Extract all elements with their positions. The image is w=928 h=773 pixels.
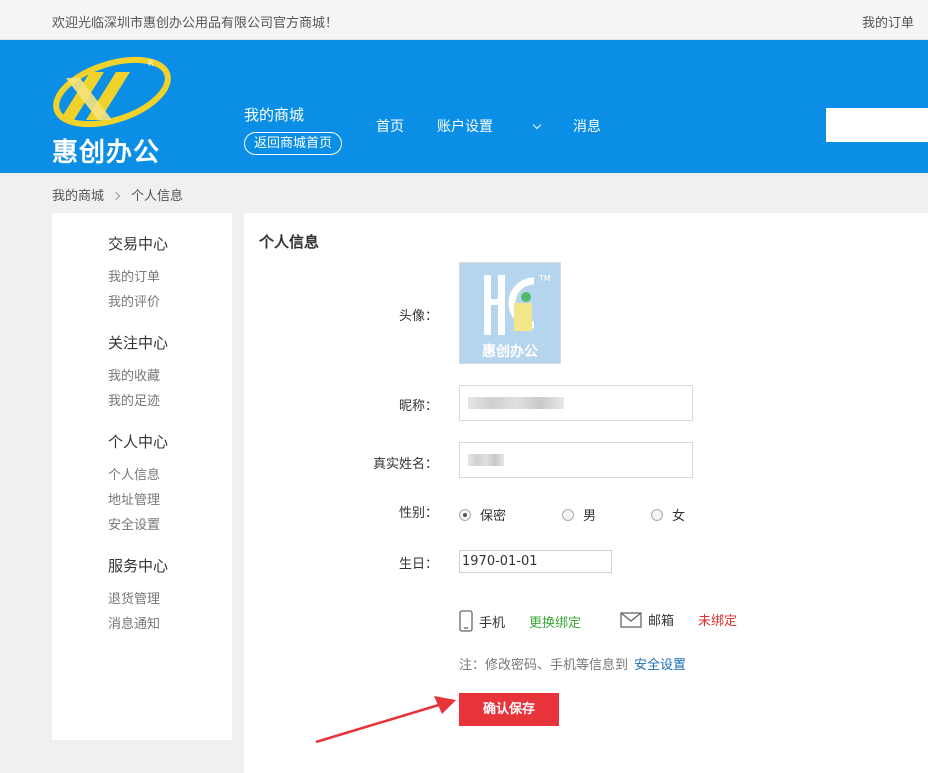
breadcrumb-root[interactable]: 我的商城: [52, 189, 104, 204]
svg-text:TM: TM: [538, 274, 551, 283]
sidebar-item-address[interactable]: 地址管理: [108, 489, 160, 508]
nickname-input[interactable]: [459, 385, 693, 421]
mall-title: 我的商城: [244, 106, 305, 124]
mail-icon: [620, 611, 642, 628]
sidebar-group-trade: 交易中心: [108, 235, 169, 253]
phone-icon: [459, 610, 473, 632]
change-phone-link[interactable]: 更换绑定: [529, 612, 581, 631]
birthday-input[interactable]: 1970-01-01: [459, 550, 612, 573]
gender-option-male[interactable]: 男: [562, 505, 596, 524]
note-text: 注：修改密码、手机等信息到: [459, 658, 629, 673]
back-to-mall-button[interactable]: 返回商城首页: [244, 132, 343, 155]
save-button[interactable]: 确认保存: [459, 693, 559, 726]
gender-option-female[interactable]: 女: [651, 505, 685, 524]
realname-input[interactable]: [459, 442, 693, 478]
nav-account-label: 账户设置: [437, 119, 493, 135]
chevron-right-icon: [111, 191, 121, 201]
logo[interactable]: R 惠创办公: [52, 50, 182, 168]
chevron-down-icon: [532, 120, 542, 130]
gender-option-label: 女: [672, 509, 686, 524]
radio-selected-icon: [459, 508, 471, 521]
nav-home[interactable]: 首页: [376, 116, 404, 136]
sidebar-group-service: 服务中心: [108, 557, 169, 575]
security-settings-link[interactable]: 安全设置: [634, 658, 686, 673]
phone-label: 手机: [479, 615, 506, 631]
breadcrumb: 我的商城 个人信息: [52, 185, 183, 204]
email-unbound-link[interactable]: 未绑定: [698, 610, 737, 629]
gender-option-label: 保密: [480, 509, 507, 524]
top-bar: 欢迎光临深圳市惠创办公用品有限公司官方商城！ 我的订单: [0, 0, 928, 40]
page-title: 个人信息: [259, 233, 320, 251]
search-input[interactable]: [826, 108, 928, 142]
logo-text: 惠创办公: [52, 138, 161, 168]
sidebar: 交易中心 我的订单 我的评价 关注中心 我的收藏 我的足迹 个人中心 个人信息 …: [52, 213, 232, 740]
avatar-label: 头像：: [398, 309, 438, 324]
sidebar-group-follow: 关注中心: [108, 334, 169, 352]
radio-icon: [651, 508, 663, 521]
sidebar-item-returns[interactable]: 退货管理: [108, 588, 160, 607]
realname-label: 真实姓名：: [372, 457, 438, 472]
redacted-value: [468, 454, 504, 466]
my-orders-link[interactable]: 我的订单: [862, 12, 914, 31]
gender-option-secret[interactable]: 保密: [459, 505, 506, 524]
annotation-arrow-icon: [315, 696, 456, 744]
gender-option-label: 男: [583, 509, 597, 524]
sidebar-item-security[interactable]: 安全设置: [108, 514, 160, 533]
svg-text:R: R: [148, 59, 154, 68]
redacted-value: [468, 397, 564, 409]
avatar-image-icon: TM 惠创办公: [460, 263, 560, 363]
sidebar-item-my-orders[interactable]: 我的订单: [108, 266, 160, 285]
sidebar-group-personal: 个人中心: [108, 433, 169, 451]
sidebar-item-favorites[interactable]: 我的收藏: [108, 365, 160, 384]
profile-panel: 个人信息 头像： TM 惠创办公 昵称： 真实姓名： 性别： 保密 男 女 生日…: [244, 213, 928, 773]
phone-binding: 手机 更换绑定: [459, 610, 581, 632]
breadcrumb-current: 个人信息: [131, 189, 184, 204]
email-label: 邮箱: [648, 614, 675, 629]
nav-messages[interactable]: 消息: [573, 116, 601, 136]
nickname-label: 昵称：: [398, 399, 438, 414]
sidebar-item-personal-info[interactable]: 个人信息: [108, 464, 160, 483]
security-note: 注：修改密码、手机等信息到 安全设置: [459, 654, 686, 673]
birthday-label: 生日：: [398, 557, 438, 572]
nav-account-settings[interactable]: 账户设置: [437, 116, 542, 136]
radio-icon: [562, 508, 574, 521]
header: R 惠创办公 我的商城 返回商城首页 首页 账户设置 消息: [0, 40, 928, 173]
sidebar-item-my-reviews[interactable]: 我的评价: [108, 291, 160, 310]
welcome-text: 欢迎光临深圳市惠创办公用品有限公司官方商城！: [52, 16, 339, 31]
main-nav: 首页 账户设置 消息: [376, 116, 634, 136]
logo-mark-icon: R: [53, 56, 171, 128]
gender-label: 性别：: [398, 506, 438, 521]
avatar[interactable]: TM 惠创办公: [459, 262, 561, 364]
svg-text:惠创办公: 惠创办公: [482, 343, 538, 360]
sidebar-item-footprints[interactable]: 我的足迹: [108, 390, 160, 409]
sidebar-item-notifications[interactable]: 消息通知: [108, 613, 160, 632]
email-binding: 邮箱 未绑定: [620, 610, 737, 629]
